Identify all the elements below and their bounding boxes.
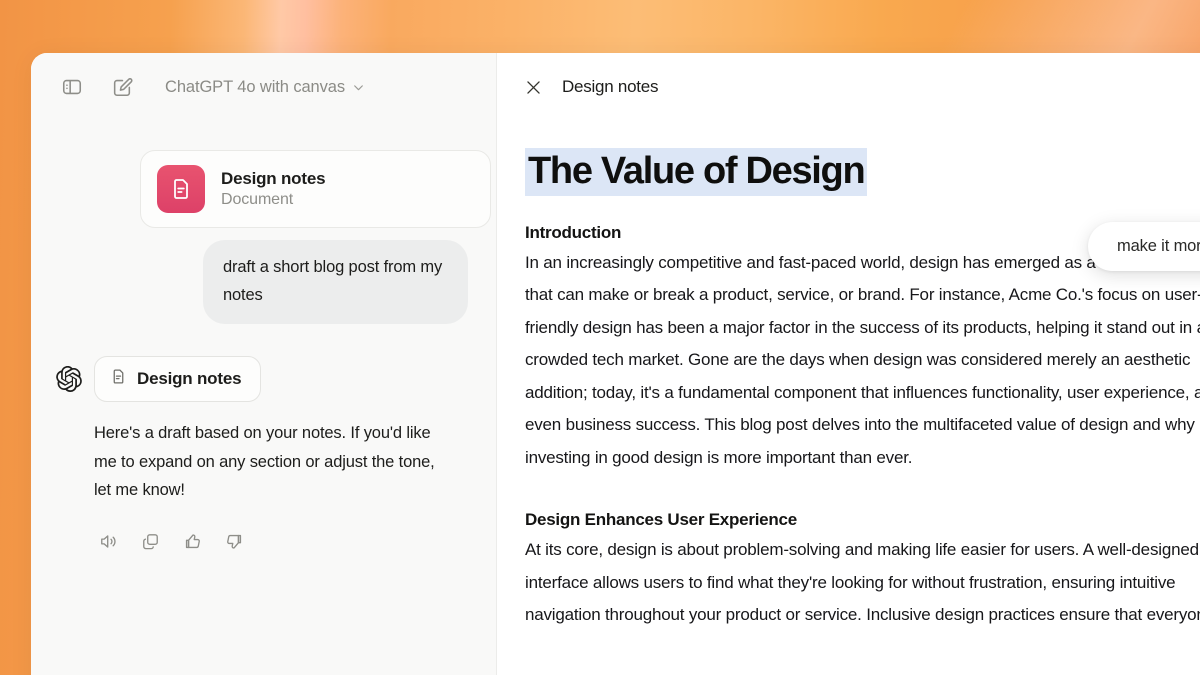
canvas-panel: Design notes The Value of Design Introdu… — [497, 53, 1200, 675]
paragraph-line: interface allows users to find what they… — [525, 572, 1176, 592]
sidebar-toggle-icon[interactable] — [55, 70, 89, 104]
chat-thread: Design notes Document draft a short blog… — [31, 150, 496, 557]
paragraph-line: that can make or break a product, servic… — [525, 285, 1200, 305]
document-icon — [157, 165, 205, 213]
user-message: draft a short blog post from my notes — [203, 240, 468, 324]
inline-prompt-input[interactable] — [1117, 237, 1200, 256]
inline-prompt-popup[interactable] — [1088, 222, 1200, 271]
paragraph-line: friendly design has been a major factor … — [525, 317, 1200, 337]
paragraph-line: crowded tech market. Gone are the days w… — [525, 350, 1191, 370]
canvas-chip-label: Design notes — [137, 369, 242, 388]
paragraph-line: investing in good design is more importa… — [525, 447, 913, 467]
app-window: ChatGPT 4o with canvas Design notes Docu… — [31, 53, 1200, 675]
chat-panel: ChatGPT 4o with canvas Design notes Docu… — [31, 53, 497, 675]
attachment-subtitle: Document — [221, 191, 294, 208]
assistant-canvas-row: Design notes — [55, 356, 468, 402]
speaker-icon[interactable] — [93, 527, 123, 557]
section-paragraph: At its core, design is about problem-sol… — [525, 534, 1200, 632]
openai-logo-icon — [55, 365, 83, 393]
canvas-topbar: Design notes — [497, 53, 1200, 121]
canvas-title: Design notes — [562, 77, 659, 96]
chat-topbar: ChatGPT 4o with canvas — [31, 53, 496, 121]
canvas-chip[interactable]: Design notes — [94, 356, 262, 402]
section-heading: Design Enhances User Experience — [525, 510, 797, 530]
document-icon — [110, 368, 127, 390]
message-actions — [93, 527, 468, 557]
canvas-document[interactable]: The Value of Design Introduction In an i… — [497, 121, 1200, 632]
document-heading-selection: The Value of Design — [525, 148, 868, 196]
paragraph-line: addition; today, it's a fundamental comp… — [525, 382, 1200, 402]
model-name: ChatGPT 4o with canvas — [165, 77, 346, 96]
compose-icon[interactable] — [105, 70, 139, 104]
attachment-card[interactable]: Design notes Document — [140, 150, 491, 228]
paragraph-line: even business success. This blog post de… — [525, 415, 1195, 435]
model-picker[interactable]: ChatGPT 4o with canvas — [165, 78, 365, 97]
section-paragraph: In an increasingly competitive and fast-… — [525, 247, 1200, 475]
document-heading: The Value of Design — [525, 148, 868, 196]
close-icon[interactable] — [516, 70, 550, 104]
user-message-row: draft a short blog post from my notes — [55, 240, 468, 324]
copy-icon[interactable] — [135, 527, 165, 557]
thumbs-up-icon[interactable] — [177, 527, 207, 557]
thumbs-down-icon[interactable] — [219, 527, 249, 557]
chevron-down-icon — [352, 81, 365, 94]
paragraph-line: navigation throughout your product or se… — [525, 605, 1200, 625]
paragraph-line: At its core, design is about problem-sol… — [525, 540, 1199, 560]
attachment-title: Design notes — [221, 169, 326, 188]
assistant-message: Here's a draft based on your notes. If y… — [94, 424, 435, 499]
